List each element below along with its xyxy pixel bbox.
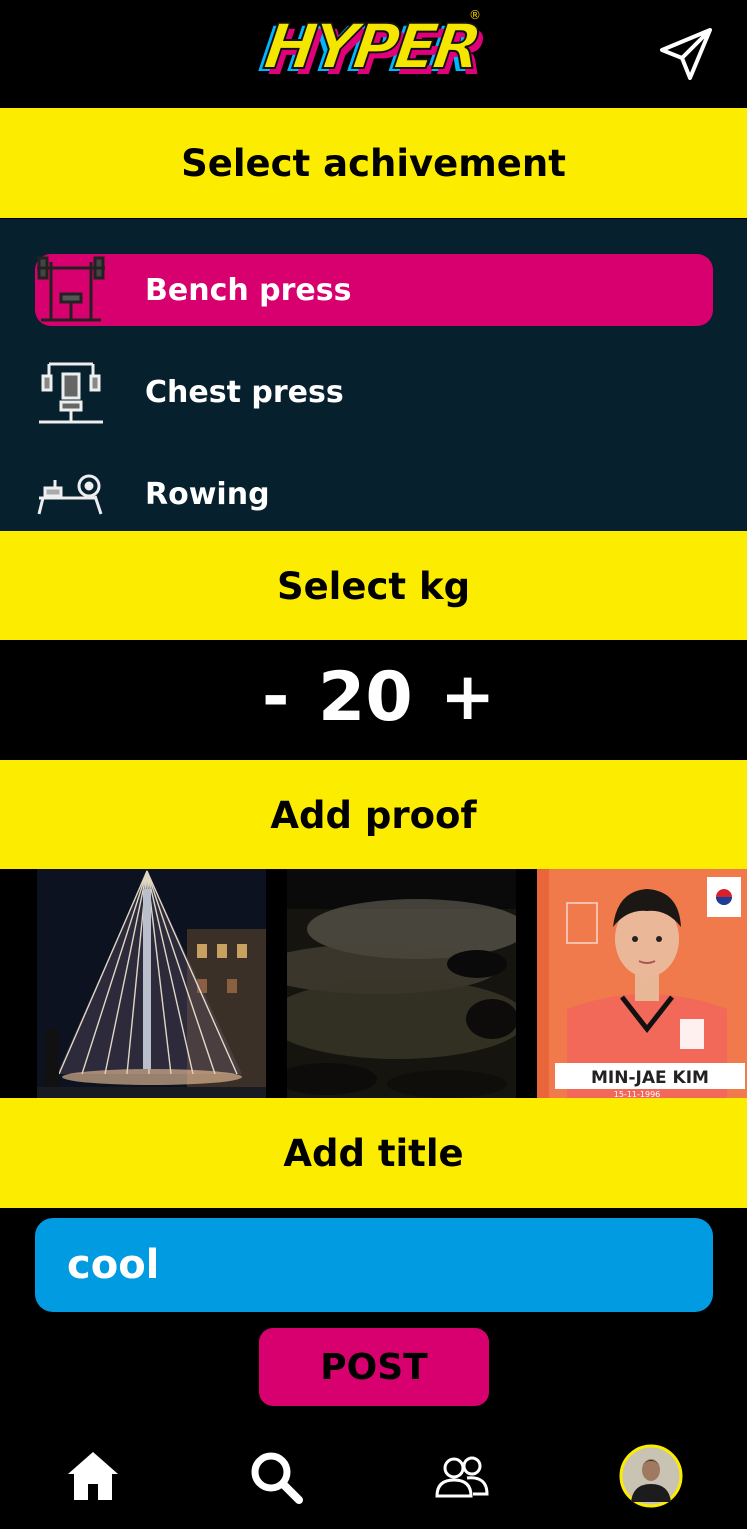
home-icon bbox=[68, 1452, 118, 1500]
nav-search[interactable] bbox=[249, 1450, 305, 1510]
add-title-header: Add title bbox=[0, 1098, 747, 1208]
add-proof-header: Add proof bbox=[0, 760, 747, 870]
nav-profile[interactable] bbox=[619, 1444, 683, 1512]
proof-image-strip[interactable]: MIN-JAE KIM 15-11-1996 bbox=[0, 869, 747, 1098]
profile-avatar bbox=[619, 1444, 683, 1508]
night-sea-waves-photo bbox=[287, 869, 516, 1098]
achievement-item-rowing[interactable]: Rowing bbox=[35, 458, 713, 530]
achievement-item-chest-press[interactable]: Chest press bbox=[35, 356, 713, 428]
registered-mark: ® bbox=[469, 8, 481, 22]
kg-decrement-button[interactable]: - bbox=[262, 664, 289, 730]
player-card-date: 15-11-1996 bbox=[614, 1090, 661, 1098]
nav-friends[interactable] bbox=[434, 1454, 490, 1502]
bottom-nav bbox=[0, 1420, 747, 1529]
player-card-photo: MIN-JAE KIM 15-11-1996 bbox=[537, 869, 747, 1098]
proof-thumbnail[interactable] bbox=[287, 869, 516, 1098]
achievement-label: Chest press bbox=[145, 374, 344, 410]
bench-press-icon bbox=[37, 256, 105, 322]
rowing-machine-icon bbox=[37, 474, 103, 515]
proof-thumbnail[interactable]: MIN-JAE KIM 15-11-1996 bbox=[537, 869, 747, 1098]
hyper-logo: HYPER HYPER HYPER ® bbox=[254, 8, 488, 89]
select-kg-header: Select kg bbox=[0, 531, 747, 641]
christmas-tree-lights-photo bbox=[37, 869, 266, 1098]
player-card-caption: MIN-JAE KIM bbox=[591, 1068, 709, 1088]
friends-icon bbox=[435, 1456, 489, 1498]
logo-text: HYPER bbox=[259, 9, 484, 84]
achievement-label: Rowing bbox=[145, 476, 270, 512]
chest-press-icon bbox=[39, 362, 103, 424]
achievement-label: Bench press bbox=[145, 272, 352, 308]
select-achievement-header: Select achivement bbox=[0, 108, 747, 218]
kg-increment-button[interactable]: + bbox=[440, 664, 495, 730]
title-input[interactable]: cool bbox=[35, 1218, 713, 1312]
proof-thumbnail[interactable] bbox=[37, 869, 266, 1098]
kg-value: 20 bbox=[318, 658, 413, 737]
nav-home[interactable] bbox=[66, 1450, 120, 1506]
paper-plane-icon bbox=[660, 28, 712, 80]
achievement-item-bench-press[interactable]: Bench press bbox=[35, 254, 713, 326]
top-bar: HYPER HYPER HYPER ® bbox=[0, 0, 747, 108]
send-button[interactable] bbox=[656, 26, 716, 84]
achievement-list: Bench press Chest press Rowing bbox=[0, 219, 747, 531]
search-icon bbox=[251, 1452, 303, 1504]
post-button[interactable]: POST bbox=[259, 1328, 489, 1406]
